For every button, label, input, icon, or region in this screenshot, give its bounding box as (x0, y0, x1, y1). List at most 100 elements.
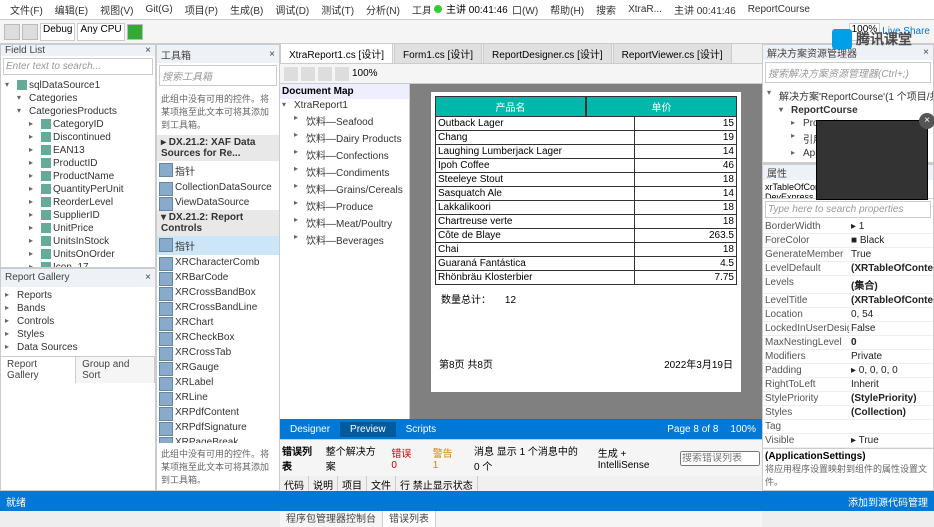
sol-root[interactable]: 解决方案'ReportCourse'(1 个项目/共 1 个) (765, 87, 931, 104)
close-icon[interactable]: × (145, 45, 151, 56)
gallery-node[interactable]: Bands (3, 302, 153, 315)
gallery-node[interactable]: Reports (3, 289, 153, 302)
nav-fwd-icon[interactable] (22, 24, 38, 40)
toolbox-item[interactable]: XRCrossTab (157, 345, 279, 360)
toolbox-search[interactable]: 搜索工具箱 (159, 65, 277, 86)
doc-tab[interactable]: ReportViewer.cs [设计] (613, 43, 732, 63)
toolbox-item[interactable]: XRCheckBox (157, 330, 279, 345)
field-node[interactable]: UnitPrice (27, 222, 153, 235)
toolbox-item[interactable]: 指针 (157, 236, 279, 255)
msg-count[interactable]: 消息 显示 1 个消息中的 0 个 (470, 442, 590, 474)
prev-page-icon[interactable] (301, 67, 315, 81)
document-map[interactable]: Document Map XtraReport1 饮料—Seafood饮料—Da… (280, 84, 410, 419)
field-node[interactable]: EAN13 (27, 144, 153, 157)
toolbox-item[interactable]: XRCrossBandBox (157, 285, 279, 300)
field-node[interactable]: CategoryID (27, 118, 153, 131)
menu-item[interactable]: XtraR... (622, 4, 668, 15)
main-toolbar[interactable]: Debug Any CPU 100% Live Share (0, 20, 934, 44)
property-row[interactable]: MaxNestingLevel0 (763, 336, 933, 350)
designer-mode-tabs[interactable]: Designer Preview Scripts Page 8 of 8 100… (280, 419, 762, 439)
tab[interactable]: Report Gallery (1, 357, 76, 383)
gallery-node[interactable]: Styles (3, 328, 153, 341)
menu-item[interactable]: 文件(F) (4, 2, 49, 17)
menu-item[interactable]: 分析(N) (360, 2, 406, 17)
tab-preview[interactable]: Preview (340, 422, 396, 437)
field-tree[interactable]: sqlDataSource1 CategoriesCategoriesProdu… (1, 77, 155, 268)
toolbox-group[interactable]: ▾ DX.21.2: Report Controls (157, 210, 279, 236)
config-combo[interactable]: Debug (40, 23, 75, 41)
doc-tab[interactable]: ReportDesigner.cs [设计] (483, 43, 612, 63)
toolbox-item[interactable]: XRLabel (157, 375, 279, 390)
menu-item[interactable]: 搜索 (590, 2, 622, 17)
docmap-item[interactable]: 饮料—Meat/Poultry (292, 214, 409, 231)
property-row[interactable]: Levels(集合) (763, 276, 933, 294)
toolbox-item[interactable]: XRGauge (157, 360, 279, 375)
errlist-search[interactable] (680, 451, 760, 466)
menu-item[interactable]: 调试(D) (269, 2, 315, 17)
next-page-icon[interactable] (318, 67, 332, 81)
docmap-item[interactable]: 饮料—Condiments (292, 163, 409, 180)
sol-search[interactable]: 搜索解决方案资源管理器(Ctrl+;) (765, 62, 931, 83)
document-tabs[interactable]: XtraReport1.cs [设计]Form1.cs [设计]ReportDe… (280, 44, 762, 64)
field-node[interactable]: ProductName (27, 170, 153, 183)
property-row[interactable]: LevelTitle(XRTableOfContentsTitle) (763, 294, 933, 308)
scope-combo[interactable]: 整个解决方案 (326, 443, 380, 473)
table-node[interactable]: CategoriesProducts (15, 105, 153, 118)
tab-scripts[interactable]: Scripts (396, 422, 447, 437)
project-node[interactable]: ReportCourse (777, 104, 931, 117)
toolbox-group[interactable]: ▸ DX.21.2: XAF Data Sources for Re... (157, 135, 279, 161)
property-row[interactable]: Visible▸ True (763, 434, 933, 448)
toolbox-item[interactable]: XRBarCode (157, 270, 279, 285)
toolbox-item[interactable]: XRLine (157, 390, 279, 405)
presenter-video[interactable]: × (816, 120, 928, 200)
close-video-icon[interactable]: × (919, 113, 934, 129)
run-icon[interactable] (127, 24, 143, 40)
property-row[interactable]: ModifiersPrivate (763, 350, 933, 364)
preview-surface[interactable]: 产品名 单价 Outback Lager15Chang19Laughing Lu… (410, 84, 762, 419)
field-node[interactable]: QuantityPerUnit (27, 183, 153, 196)
last-page-icon[interactable] (335, 67, 349, 81)
doc-tab[interactable]: XtraReport1.cs [设计] (280, 43, 393, 63)
field-node[interactable]: SupplierID (27, 209, 153, 222)
toolbox-item[interactable]: XRPdfSignature (157, 420, 279, 435)
toolbox-item[interactable]: ViewDataSource (157, 195, 279, 210)
warn-count[interactable]: 警告 1 (429, 444, 462, 472)
docmap-item[interactable]: 饮料—Dairy Products (292, 129, 409, 146)
platform-combo[interactable]: Any CPU (77, 23, 124, 41)
menu-item[interactable]: 生成(B) (224, 2, 269, 17)
nav-back-icon[interactable] (4, 24, 20, 40)
datasource-node[interactable]: sqlDataSource1 (3, 79, 153, 92)
property-row[interactable]: Styles(Collection) (763, 406, 933, 420)
toolbox-item[interactable]: CollectionDataSource (157, 180, 279, 195)
field-node[interactable]: UnitsOnOrder (27, 248, 153, 261)
doc-tab[interactable]: Form1.cs [设计] (394, 43, 482, 63)
property-row[interactable]: BorderWidth▸ 1 (763, 220, 933, 234)
toolbox-item[interactable]: XRPdfContent (157, 405, 279, 420)
property-row[interactable]: Tag (763, 420, 933, 434)
source-combo[interactable]: 生成 + IntelliSense (598, 445, 672, 471)
field-node[interactable]: ReorderLevel (27, 196, 153, 209)
tab-designer[interactable]: Designer (280, 422, 340, 437)
preview-toolbar[interactable]: 100% (280, 64, 762, 84)
menu-item[interactable]: 帮助(H) (544, 2, 590, 17)
gallery-tabs[interactable]: Report GalleryGroup and Sort (1, 356, 155, 383)
toolbox-item[interactable]: XRPageBreak (157, 435, 279, 443)
docmap-root[interactable]: XtraReport1 (280, 99, 409, 112)
error-count[interactable]: 错误 0 (387, 444, 420, 472)
property-row[interactable]: GenerateMemberTrue (763, 248, 933, 262)
toolbox-item[interactable]: XRCharacterComb (157, 255, 279, 270)
close-icon[interactable]: × (145, 272, 151, 283)
property-row[interactable]: Padding▸ 0, 0, 0, 0 (763, 364, 933, 378)
menu-item[interactable]: ReportCourse (742, 4, 816, 15)
toolbox-item[interactable]: XRCrossBandLine (157, 300, 279, 315)
toolbox-item[interactable]: 指针 (157, 161, 279, 180)
status-right[interactable]: 添加到源代码管理 (848, 494, 928, 509)
field-node[interactable]: UnitsInStock (27, 235, 153, 248)
menu-item[interactable]: 编辑(E) (49, 2, 94, 17)
table-node[interactable]: Categories (15, 92, 153, 105)
docmap-item[interactable]: 饮料—Seafood (292, 112, 409, 129)
menu-item[interactable]: 视图(V) (94, 2, 139, 17)
docmap-item[interactable]: 饮料—Grains/Cereals (292, 180, 409, 197)
property-row[interactable]: Location0, 54 (763, 308, 933, 322)
first-page-icon[interactable] (284, 67, 298, 81)
